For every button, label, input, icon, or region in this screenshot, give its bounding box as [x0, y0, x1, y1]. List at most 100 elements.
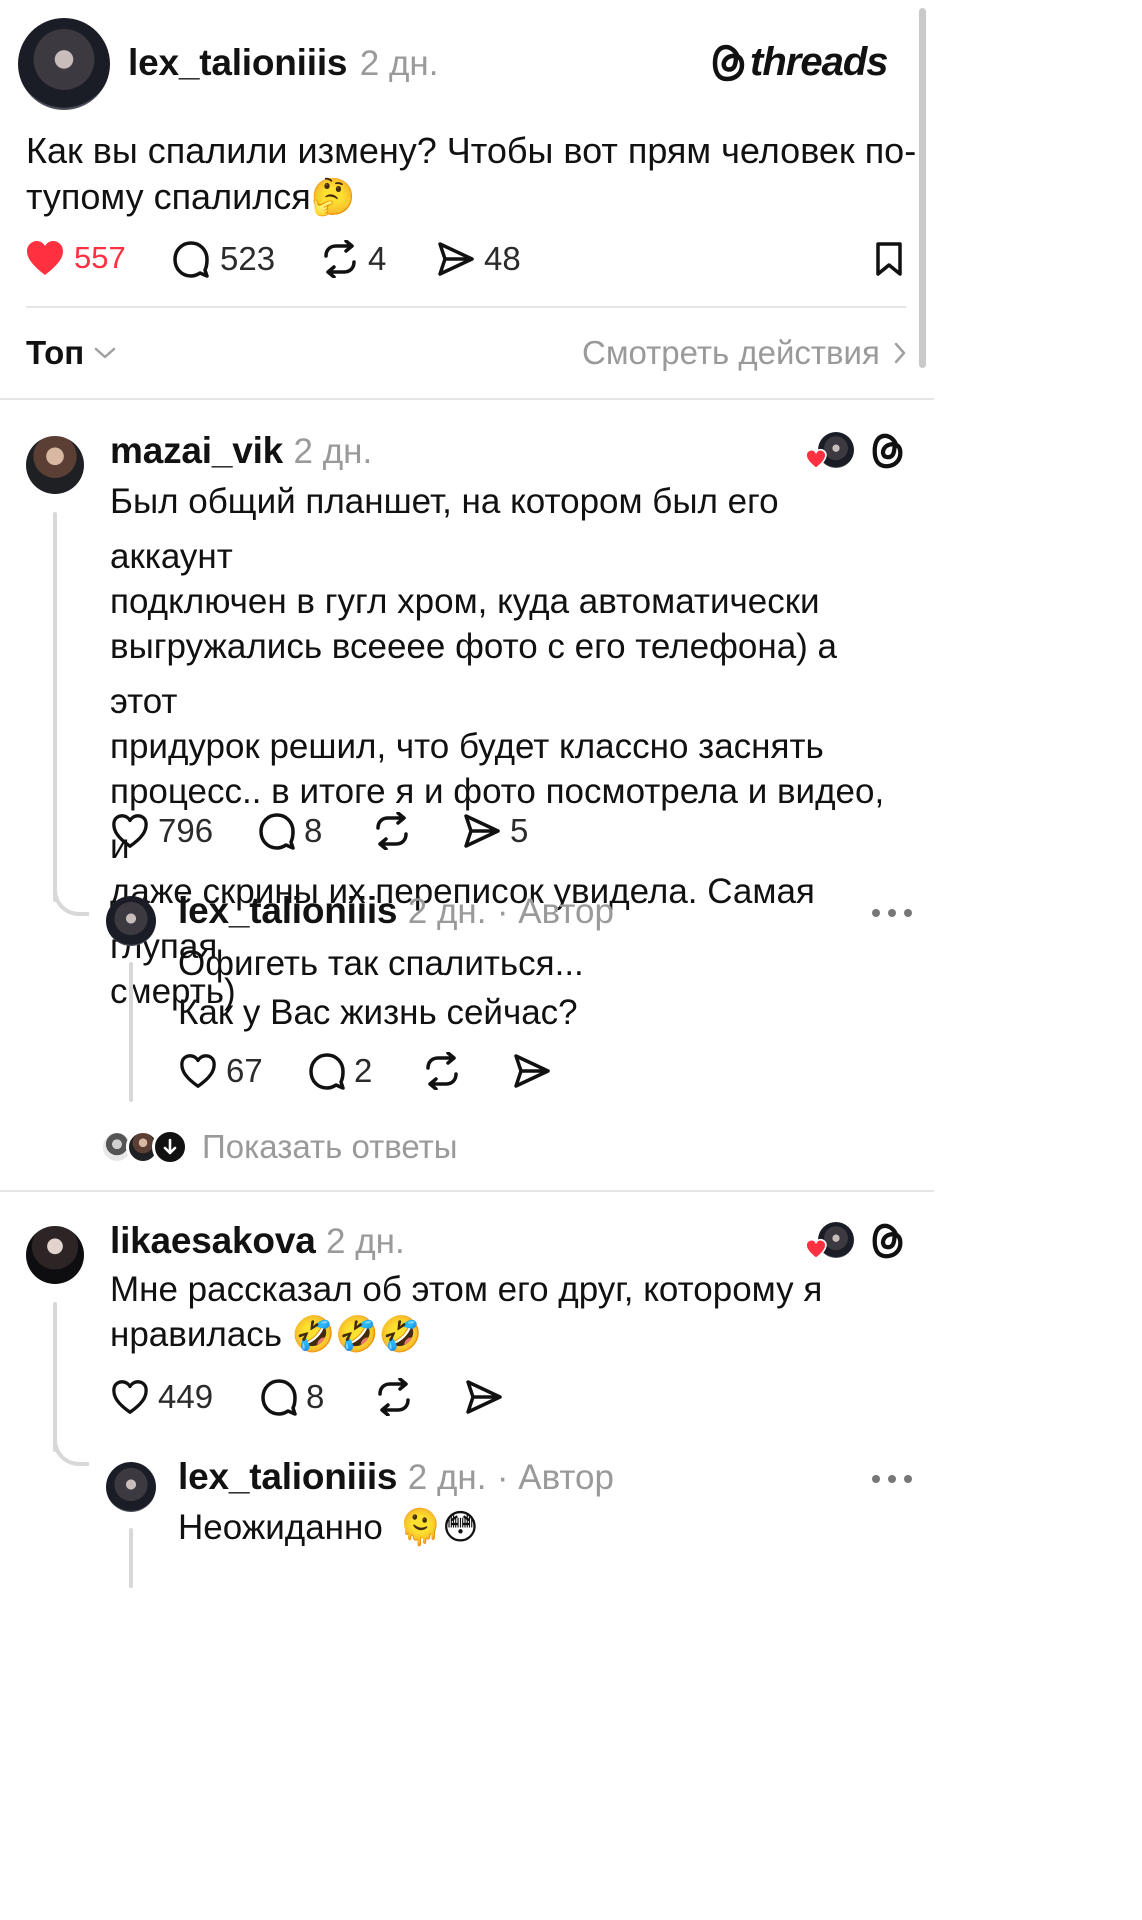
- post-repost-button[interactable]: 4: [320, 240, 386, 278]
- post-like-count: 557: [74, 240, 126, 275]
- comment-icon: [259, 813, 295, 850]
- comment-1-share-button[interactable]: 5: [462, 812, 528, 850]
- reply-1-share-button[interactable]: [512, 1052, 552, 1095]
- comment-2-avatar[interactable]: [26, 1226, 84, 1284]
- reply-1-text: Офигеть так спалиться... Как у Вас жизнь…: [178, 936, 584, 1040]
- bookmark-button[interactable]: [872, 240, 906, 283]
- post-comment-count: 523: [220, 240, 276, 277]
- chevron-right-icon: [894, 342, 906, 364]
- post-text-line-2: тупому спалился🤔: [26, 176, 356, 217]
- more-dot: [888, 1475, 896, 1483]
- comment-1-repost-button[interactable]: [372, 811, 412, 855]
- post-author-avatar[interactable]: [18, 18, 110, 110]
- comment-2-thread-curve: [53, 1430, 89, 1466]
- repost-icon: [426, 1051, 458, 1091]
- post-repost-count: 4: [368, 240, 387, 277]
- reply-2-avatar[interactable]: [106, 1462, 156, 1512]
- reply-1-more-button[interactable]: [872, 904, 920, 922]
- reply-1-username[interactable]: lex_talioniiis: [178, 890, 397, 931]
- post-share-count: 48: [484, 240, 521, 277]
- post-author-line: lex_talioniiis 2 дн.: [128, 42, 438, 84]
- post-username[interactable]: lex_talioniiis: [128, 42, 347, 83]
- post-comment-button[interactable]: 523: [172, 240, 275, 278]
- sort-label: Топ: [26, 334, 85, 371]
- post-time: 2 дн.: [359, 44, 439, 83]
- comment-1-like-button[interactable]: 796: [110, 812, 213, 850]
- laughing-emoji: 🤣🤣🤣: [291, 1315, 423, 1354]
- view-activity-link[interactable]: Смотреть действия: [582, 334, 910, 372]
- comment-icon: [309, 1053, 345, 1090]
- comment-1-reply-count: 8: [304, 812, 323, 849]
- reply-1-line-2: Как у Вас жизнь сейчас?: [178, 993, 578, 1032]
- comment-2-like-count: 449: [158, 1378, 214, 1415]
- post-like-button[interactable]: 557: [24, 238, 126, 278]
- heart-filled-icon: [27, 241, 63, 275]
- divider-post: [26, 306, 906, 308]
- comment-1-thread-line: [53, 512, 57, 902]
- threads-at-icon: [872, 1223, 903, 1259]
- reply-1-repost-button[interactable]: [422, 1051, 462, 1095]
- comment-1-username[interactable]: mazai_vik: [110, 430, 283, 471]
- comment-1-thread-curve: [53, 880, 89, 916]
- show-replies-label: Показать ответы: [202, 1128, 458, 1165]
- reply-1-time: 2 дн.: [407, 892, 487, 931]
- repost-icon: [324, 240, 356, 278]
- show-replies-button[interactable]: Показать ответы: [100, 1128, 457, 1166]
- threads-at-icon: [712, 44, 745, 81]
- reply-2-username[interactable]: lex_talioniiis: [178, 1456, 397, 1497]
- reply-1-like-count: 67: [226, 1052, 263, 1089]
- reply-2-more-button[interactable]: [872, 1470, 920, 1488]
- comment-2-like-button[interactable]: 449: [110, 1378, 213, 1416]
- reply-1-author-label: · Автор: [496, 892, 614, 931]
- send-icon: [466, 1380, 502, 1414]
- reply-1-line-1: Офигеть так спалиться...: [178, 944, 584, 983]
- heart-icon: [180, 1054, 216, 1088]
- divider-comment-1: [0, 1190, 934, 1192]
- comment-icon: [173, 241, 209, 278]
- divider-sort: [0, 398, 934, 400]
- comment-2-username[interactable]: likaesakova: [110, 1220, 316, 1261]
- comment-1-time: 2 дн.: [293, 432, 373, 471]
- more-dot: [904, 1475, 912, 1483]
- comment-1-threads-icon-button[interactable]: [870, 432, 906, 475]
- chevron-down-icon: [94, 347, 116, 359]
- repost-icon: [376, 811, 408, 851]
- comment-2-liked-by-author: [804, 1222, 854, 1262]
- reply-2-emoji: 🫠😳: [398, 1508, 479, 1547]
- reply-2-thread-line: [129, 1528, 133, 1588]
- comment-2-time: 2 дн.: [326, 1222, 405, 1261]
- heart-badge-icon: [805, 448, 827, 470]
- comment-1-avatar[interactable]: [26, 436, 84, 494]
- more-dot: [872, 1475, 880, 1483]
- comment-icon: [261, 1379, 297, 1416]
- comment-2-repost-button[interactable]: [374, 1377, 414, 1421]
- bookmark-icon: [876, 242, 902, 276]
- more-dot: [888, 909, 896, 917]
- comment-2-share-button[interactable]: [464, 1378, 504, 1421]
- send-icon: [438, 242, 474, 276]
- comment-1-line: выгружались всееее фото с его телефона) …: [110, 627, 838, 721]
- arrow-down-circle-icon: [152, 1129, 188, 1165]
- sort-dropdown[interactable]: Топ: [26, 334, 118, 372]
- scrollbar[interactable]: [919, 8, 926, 368]
- reply-1-reply-button[interactable]: 2: [308, 1052, 372, 1090]
- comment-2-header: likaesakova 2 дн.: [110, 1220, 405, 1262]
- comment-2-reply-button[interactable]: 8: [260, 1378, 324, 1416]
- comment-1-share-count: 5: [510, 812, 529, 849]
- post-share-button[interactable]: 48: [436, 240, 521, 278]
- more-dot: [904, 909, 912, 917]
- reply-2-time: 2 дн.: [407, 1458, 487, 1497]
- reply-1-reply-count: 2: [354, 1052, 373, 1089]
- post-text: Как вы спалили измену? Чтобы вот прям че…: [26, 128, 916, 220]
- comment-1-reply-button[interactable]: 8: [258, 812, 322, 850]
- comment-2-threads-icon-button[interactable]: [870, 1222, 906, 1265]
- reply-1-like-button[interactable]: 67: [178, 1052, 263, 1090]
- thinking-emoji: 🤔: [310, 176, 356, 217]
- more-dot: [872, 909, 880, 917]
- comment-2-reply-count: 8: [306, 1378, 325, 1415]
- send-icon: [464, 814, 500, 848]
- reply-2-author-label: · Автор: [496, 1458, 614, 1497]
- reply-1-avatar[interactable]: [106, 896, 156, 946]
- reply-1-thread-line: [129, 962, 133, 1102]
- heart-icon: [112, 814, 148, 848]
